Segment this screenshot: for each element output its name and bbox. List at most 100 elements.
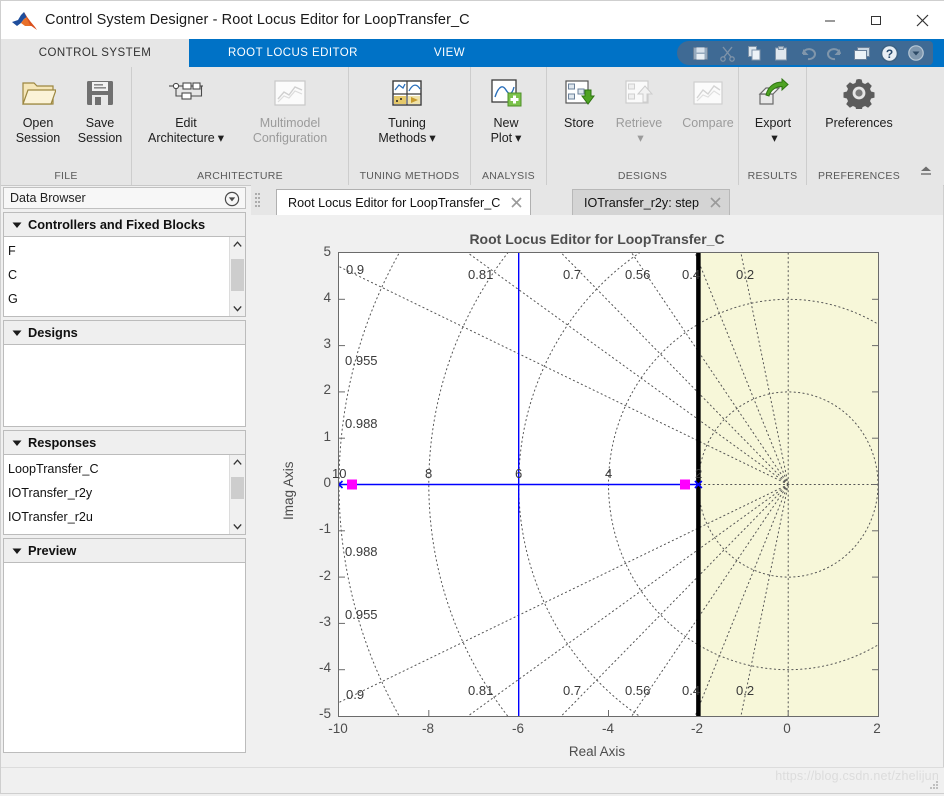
window-title: Control System Designer - Root Locus Edi… bbox=[45, 12, 470, 28]
minimize-button[interactable] bbox=[807, 1, 853, 39]
qat-copy-icon[interactable] bbox=[741, 42, 767, 64]
section-header[interactable]: Designs bbox=[3, 320, 246, 345]
scroll-up-icon[interactable] bbox=[230, 455, 245, 470]
list-item[interactable]: F bbox=[8, 239, 230, 263]
vertical-scrollbar[interactable] bbox=[229, 237, 245, 316]
qat-paste-icon[interactable] bbox=[768, 42, 794, 64]
store-button[interactable]: Store bbox=[553, 67, 605, 131]
tuning-methods-button[interactable]: Tuning Methods ▾ bbox=[355, 67, 459, 146]
scrollbar-thumb[interactable] bbox=[231, 259, 244, 291]
damping-label-left-1: 0.988 bbox=[345, 416, 378, 431]
qat-save-icon[interactable] bbox=[687, 42, 713, 64]
qat-layout-icon[interactable] bbox=[849, 42, 875, 64]
section-header[interactable]: Controllers and Fixed Blocks bbox=[3, 212, 246, 237]
multimodel-configuration-button[interactable]: Multimodel Configuration bbox=[234, 67, 346, 146]
tuning-methods-label: Tuning Methods ▾ bbox=[378, 116, 435, 146]
triangle-down-icon bbox=[12, 542, 22, 560]
qat-chevron-down-icon[interactable] bbox=[903, 42, 929, 64]
list-item[interactable]: IOTransfer_r2u bbox=[8, 505, 230, 529]
list-item[interactable]: IOTransfer_r2y bbox=[8, 481, 230, 505]
export-button[interactable]: Export ▾ bbox=[745, 67, 801, 146]
doctab-iotransfer-r2y-step[interactable]: IOTransfer_r2y: step bbox=[572, 189, 731, 215]
damping-label-bottom-5: 0.2 bbox=[736, 683, 755, 698]
chevron-down-icon[interactable]: ▾ bbox=[771, 131, 777, 146]
retrieve-button[interactable]: Retrieve ▾ bbox=[605, 67, 673, 146]
qat-undo-icon[interactable] bbox=[795, 42, 821, 64]
wn-label-8: 8 bbox=[425, 466, 433, 481]
list-item[interactable]: H bbox=[8, 311, 230, 316]
scroll-down-icon[interactable] bbox=[230, 301, 245, 316]
ribbon-groups: Open Session Save Session FILE Edit Arch… bbox=[1, 67, 911, 185]
data-browser-panel: Data Browser Controllers and Fixed Block… bbox=[3, 187, 246, 767]
scroll-down-icon[interactable] bbox=[230, 519, 245, 534]
damping-label-left-2: 0.988 bbox=[345, 544, 378, 559]
qat-redo-icon[interactable] bbox=[822, 42, 848, 64]
section-header[interactable]: Responses bbox=[3, 430, 246, 455]
qat-help-icon[interactable]: ? bbox=[876, 42, 902, 64]
group-title-designs: DESIGNS bbox=[617, 170, 668, 182]
close-icon[interactable] bbox=[708, 195, 723, 210]
list-item[interactable]: IOTransfer_du2y bbox=[8, 529, 230, 534]
quick-access-toolbar: ? bbox=[677, 41, 933, 65]
damping-label-bottom-2: 0.7 bbox=[563, 683, 582, 698]
resize-grip[interactable] bbox=[928, 778, 940, 790]
group-title-preferences: PREFERENCES bbox=[817, 170, 901, 182]
scrollbar-thumb[interactable] bbox=[231, 477, 244, 499]
qat-cut-icon[interactable] bbox=[714, 42, 740, 64]
damping-label-bottom-3: 0.56 bbox=[625, 683, 651, 698]
save-session-button[interactable]: Save Session bbox=[69, 67, 131, 146]
preferences-button[interactable]: Preferences bbox=[813, 67, 905, 131]
open-session-button[interactable]: Open Session bbox=[7, 67, 69, 146]
designs-listbox[interactable] bbox=[3, 345, 246, 427]
plot-axes[interactable]: 0.9 0.81 0.7 0.56 0.4 0.2 0.955 0.988 0.… bbox=[332, 252, 879, 717]
new-plot-button[interactable]: New Plot ▾ bbox=[477, 67, 535, 146]
controllers-listbox[interactable]: F C G H bbox=[3, 237, 246, 317]
wn-label-2: 2 bbox=[695, 466, 703, 481]
scroll-up-icon[interactable] bbox=[230, 237, 245, 252]
group-title-architecture: ARCHITECTURE bbox=[197, 170, 283, 182]
tab-label: ROOT LOCUS EDITOR bbox=[228, 47, 358, 59]
compare-button[interactable]: Compare bbox=[673, 67, 743, 131]
retrieve-design-icon bbox=[618, 73, 660, 113]
new-plot-label: New Plot ▾ bbox=[491, 116, 522, 146]
ribbon-group-file: Open Session Save Session FILE bbox=[1, 67, 132, 185]
tab-control-system[interactable]: CONTROL SYSTEM bbox=[1, 39, 189, 67]
doctab-label: Root Locus Editor for LoopTransfer_C bbox=[288, 195, 501, 210]
tab-label: CONTROL SYSTEM bbox=[38, 47, 152, 59]
matlab-logo-icon bbox=[11, 10, 37, 30]
vertical-scrollbar[interactable] bbox=[229, 455, 245, 534]
close-button[interactable] bbox=[899, 1, 944, 39]
chevron-down-icon[interactable]: ▾ bbox=[429, 131, 435, 146]
damping-label-top-2: 0.7 bbox=[563, 267, 582, 282]
chevron-down-icon[interactable]: ▾ bbox=[637, 131, 643, 146]
chevron-down-icon[interactable]: ▾ bbox=[218, 131, 224, 146]
tab-root-locus-editor[interactable]: ROOT LOCUS EDITOR bbox=[189, 39, 397, 67]
doctab-root-locus-editor[interactable]: Root Locus Editor for LoopTransfer_C bbox=[276, 189, 532, 215]
collapse-ribbon-icon[interactable] bbox=[915, 161, 937, 181]
ribbon-group-architecture: Edit Architecture ▾ Multimodel Configurat… bbox=[132, 67, 349, 185]
edit-architecture-button[interactable]: Edit Architecture ▾ bbox=[138, 67, 234, 146]
preview-pane bbox=[3, 563, 246, 753]
chevron-down-circle-icon[interactable] bbox=[224, 191, 240, 210]
floppy-disk-icon bbox=[79, 73, 121, 113]
list-item[interactable]: C bbox=[8, 263, 230, 287]
responses-listbox[interactable]: LoopTransfer_C IOTransfer_r2y IOTransfer… bbox=[3, 455, 246, 535]
ytick-5: 5 bbox=[323, 244, 331, 259]
tab-view[interactable]: VIEW bbox=[397, 39, 502, 67]
close-icon[interactable] bbox=[509, 195, 524, 210]
group-title-analysis: ANALYSIS bbox=[482, 170, 535, 182]
section-controllers-and-fixed-blocks: Controllers and Fixed Blocks F C G H bbox=[3, 212, 246, 317]
section-title: Designs bbox=[28, 325, 78, 340]
list-item[interactable]: LoopTransfer_C bbox=[8, 457, 230, 481]
maximize-button[interactable] bbox=[853, 1, 899, 39]
xtick-0: 0 bbox=[783, 721, 791, 736]
panel-drag-handle[interactable] bbox=[254, 191, 261, 209]
list-item[interactable]: G bbox=[8, 287, 230, 311]
new-plot-icon bbox=[485, 73, 527, 113]
gear-icon bbox=[838, 73, 880, 113]
section-header[interactable]: Preview bbox=[3, 538, 246, 563]
group-title-results: RESULTS bbox=[747, 170, 798, 182]
chevron-down-icon[interactable]: ▾ bbox=[515, 131, 521, 146]
y-axis-label: Imag Axis bbox=[281, 461, 296, 520]
xtick-m10: -10 bbox=[328, 721, 348, 736]
